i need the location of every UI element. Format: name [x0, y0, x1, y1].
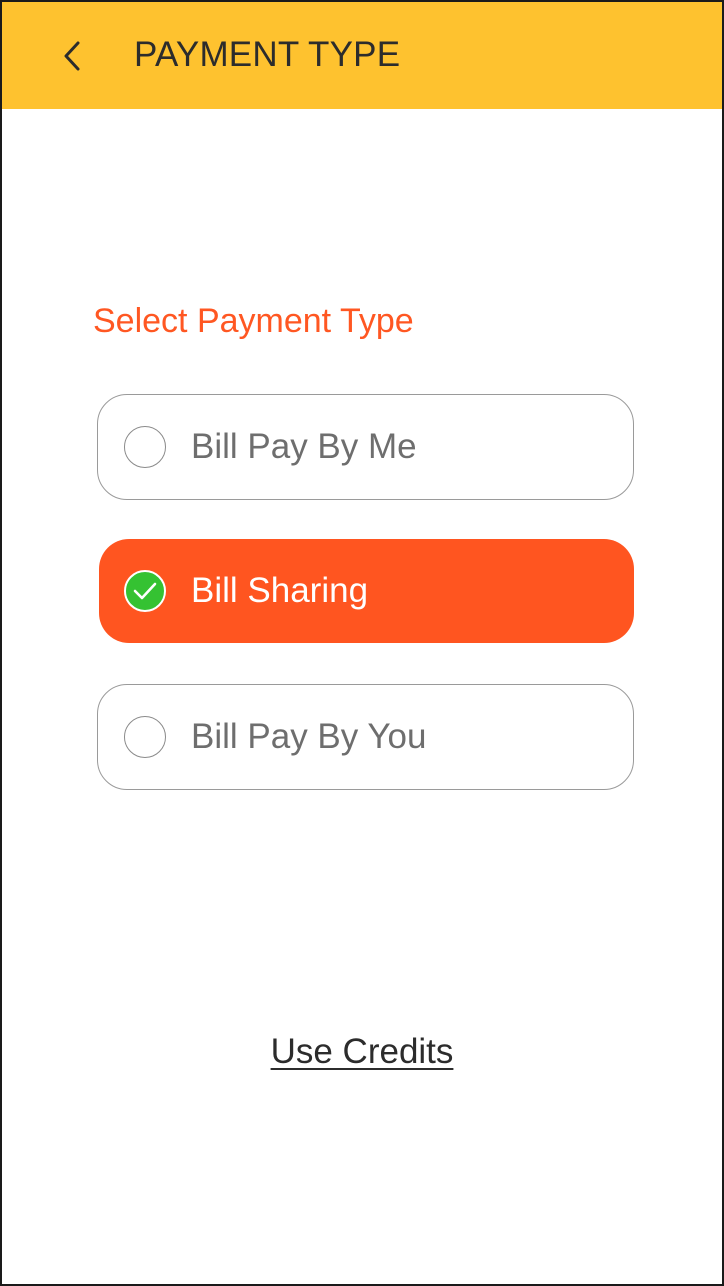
radio-unchecked-icon[interactable] — [124, 426, 166, 468]
section-heading: Select Payment Type — [93, 302, 414, 340]
chevron-left-icon — [64, 41, 80, 71]
check-circle-icon[interactable] — [124, 570, 166, 612]
page-title: PAYMENT TYPE — [134, 35, 401, 74]
use-credits-link[interactable]: Use Credits — [271, 1032, 454, 1071]
option-label: Bill Pay By You — [191, 717, 427, 756]
app-header: PAYMENT TYPE — [2, 2, 722, 109]
payment-option-bill-pay-by-you[interactable]: Bill Pay By You — [97, 684, 634, 790]
back-button[interactable] — [50, 30, 94, 82]
radio-unchecked-icon[interactable] — [124, 716, 166, 758]
option-label: Bill Pay By Me — [191, 427, 417, 466]
checkmark-icon — [133, 582, 157, 600]
payment-option-bill-pay-by-me[interactable]: Bill Pay By Me — [97, 394, 634, 500]
payment-option-bill-sharing[interactable]: Bill Sharing — [99, 539, 634, 643]
option-label: Bill Sharing — [191, 571, 369, 610]
app-screen: PAYMENT TYPE Select Payment Type Bill Pa… — [0, 0, 724, 1286]
use-credits-link-container: Use Credits — [2, 1031, 722, 1073]
